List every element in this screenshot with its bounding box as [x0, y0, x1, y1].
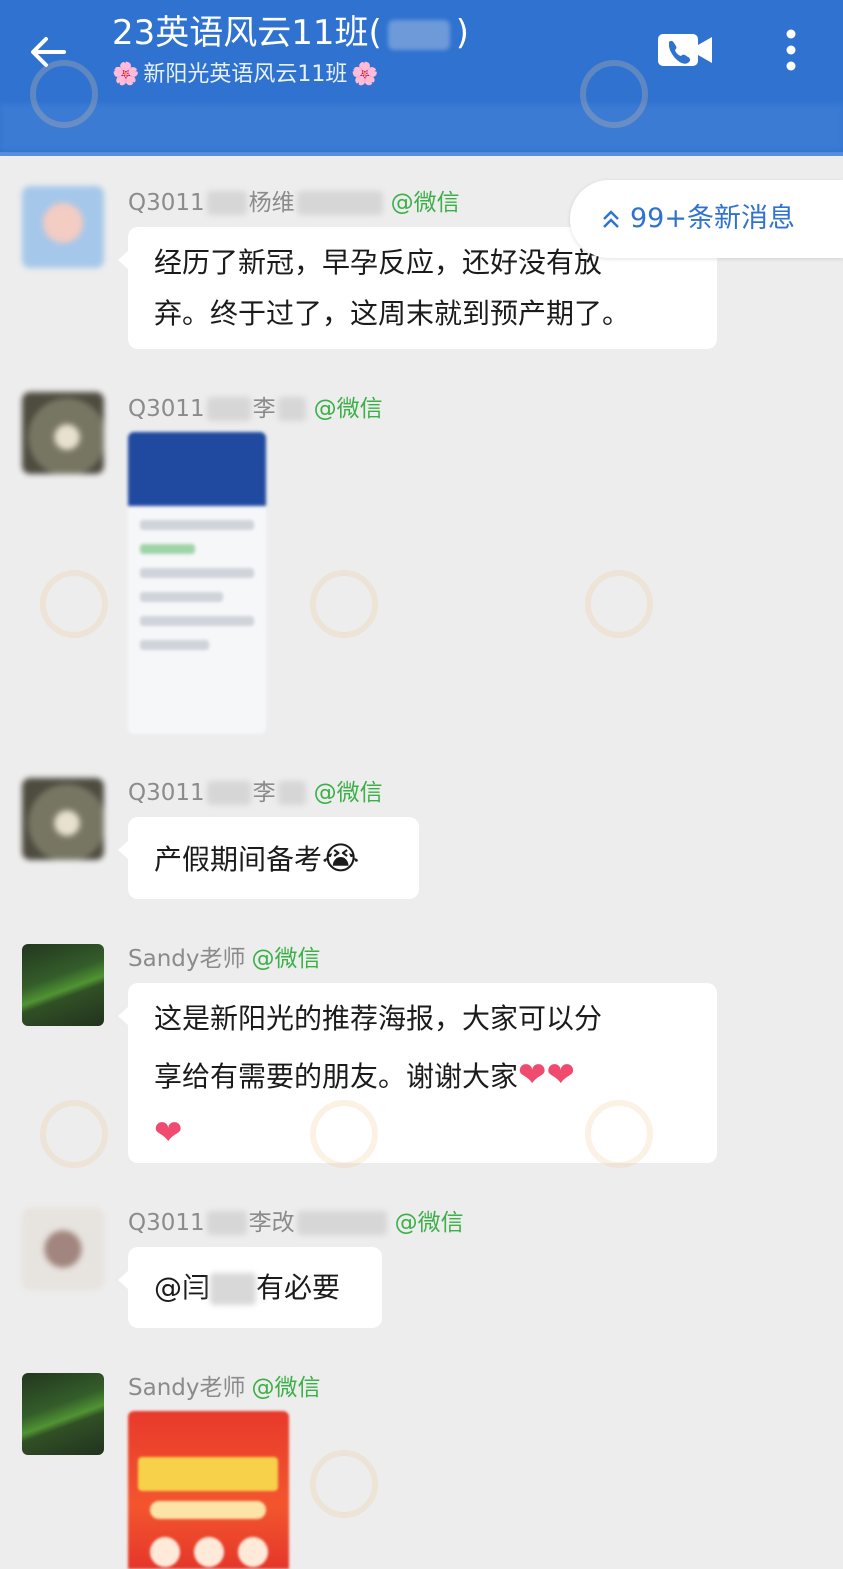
message-line: 这是新阳光的推荐海报，大家可以分 — [154, 1002, 603, 1035]
poster-subbanner — [150, 1501, 266, 1519]
heart-emoji-icon: ❤❤ — [518, 1055, 575, 1095]
avatar[interactable] — [22, 778, 104, 860]
sender-nickname: Sandy老师 — [128, 1375, 246, 1401]
image-row — [140, 568, 254, 578]
image-header-area — [128, 432, 266, 506]
watermark-logo — [310, 1450, 378, 1518]
source-tag: @微信 — [251, 946, 321, 972]
sender-name: Q3011 李 @微信 — [128, 778, 383, 808]
poster-badge — [150, 1537, 180, 1567]
image-row — [140, 544, 196, 554]
sender-nickname: 李 — [252, 396, 276, 422]
avatar[interactable] — [22, 1208, 104, 1290]
message-text: 有必要 — [256, 1271, 341, 1304]
source-tag: @微信 — [313, 780, 383, 806]
sender-name: Sandy老师 @微信 — [128, 944, 320, 974]
double-chevron-up-icon — [603, 210, 619, 228]
video-call-icon[interactable] — [656, 30, 714, 70]
chat-subtitle: 🌸 新阳光英语风云11班 🌸 — [112, 58, 379, 92]
poster-badge — [238, 1537, 268, 1567]
message-bubble[interactable]: @闫 有必要 — [118, 1247, 382, 1328]
avatar[interactable] — [22, 186, 104, 268]
chat-title-prefix: 23英语风云11班( — [112, 13, 382, 53]
redacted-block — [206, 397, 251, 421]
message-line: 弃。终于过了，这周末就到预产期了。 — [154, 297, 631, 330]
sender-id: Q3011 — [128, 396, 205, 422]
mention-text: @闫 — [154, 1271, 211, 1304]
avatar[interactable] — [22, 1373, 104, 1455]
redacted-block — [210, 1273, 257, 1305]
image-row — [140, 616, 254, 626]
redacted-block — [206, 191, 247, 215]
message-line: 享给有需要的朋友。谢谢大家❤❤ — [154, 1047, 691, 1105]
message-bubble[interactable]: 这是新阳光的推荐海报，大家可以分 享给有需要的朋友。谢谢大家❤❤ ❤ — [118, 983, 717, 1163]
redacted-block — [277, 397, 306, 421]
watermark-logo — [585, 570, 653, 638]
more-options-icon[interactable] — [776, 26, 806, 74]
redacted-block — [206, 781, 251, 805]
sender-nickname: Sandy老师 — [128, 946, 246, 972]
sender-name: Q3011 杨维 @微信 — [128, 188, 460, 218]
pinned-notice-bar[interactable] — [0, 104, 843, 150]
redacted-block — [296, 1211, 387, 1235]
source-tag: @微信 — [390, 190, 460, 216]
chat-subtitle-text: 新阳光英语风云11班 — [143, 62, 348, 87]
message-text: 产假期间备考 — [154, 843, 323, 876]
source-tag: @微信 — [251, 1375, 321, 1401]
chat-title: 23英语风云11班() — [112, 12, 469, 54]
sender-id: Q3011 — [128, 1210, 205, 1236]
image-row — [140, 640, 209, 650]
image-row — [140, 592, 223, 602]
sender-name: Sandy老师 @微信 — [128, 1373, 320, 1403]
sender-nickname: 李 — [252, 780, 276, 806]
sender-nickname: 李改 — [248, 1210, 295, 1236]
source-tag: @微信 — [394, 1210, 464, 1236]
avatar[interactable] — [22, 944, 104, 1026]
flower-icon: 🌸 — [112, 62, 140, 87]
message-bubble[interactable]: 产假期间备考😭 — [118, 817, 419, 899]
watermark-logo — [40, 1100, 108, 1168]
sender-name: Q3011 李改 @微信 — [128, 1208, 464, 1238]
flower-icon: 🌸 — [351, 62, 379, 87]
screenshot-image-message[interactable] — [128, 432, 266, 734]
back-arrow-icon[interactable] — [24, 28, 72, 76]
redacted-block — [387, 19, 450, 50]
source-tag: @微信 — [313, 396, 383, 422]
new-messages-label: 99+条新消息 — [630, 203, 795, 234]
chat-title-suffix: ) — [455, 13, 470, 53]
sender-nickname: 杨维 — [248, 190, 295, 216]
sender-id: Q3011 — [128, 190, 205, 216]
watermark-logo — [310, 570, 378, 638]
redacted-block — [277, 781, 306, 805]
watermark-logo — [40, 570, 108, 638]
redacted-block — [206, 1211, 247, 1235]
heart-emoji-icon: ❤ — [154, 1113, 183, 1153]
poster-image-message[interactable] — [128, 1411, 289, 1569]
new-messages-button[interactable]: 99+条新消息 — [570, 180, 843, 258]
poster-banner — [138, 1457, 278, 1491]
image-row — [140, 520, 254, 530]
redacted-block — [296, 191, 383, 215]
chat-header: 23英语风云11班() 🌸 新阳光英语风云11班 🌸 — [0, 0, 843, 156]
crying-face-icon: 😭 — [322, 839, 360, 877]
poster-badge — [194, 1537, 224, 1567]
avatar[interactable] — [22, 392, 104, 474]
sender-id: Q3011 — [128, 780, 205, 806]
message-line-text: 享给有需要的朋友。谢谢大家 — [154, 1060, 519, 1093]
sender-name: Q3011 李 @微信 — [128, 394, 383, 424]
